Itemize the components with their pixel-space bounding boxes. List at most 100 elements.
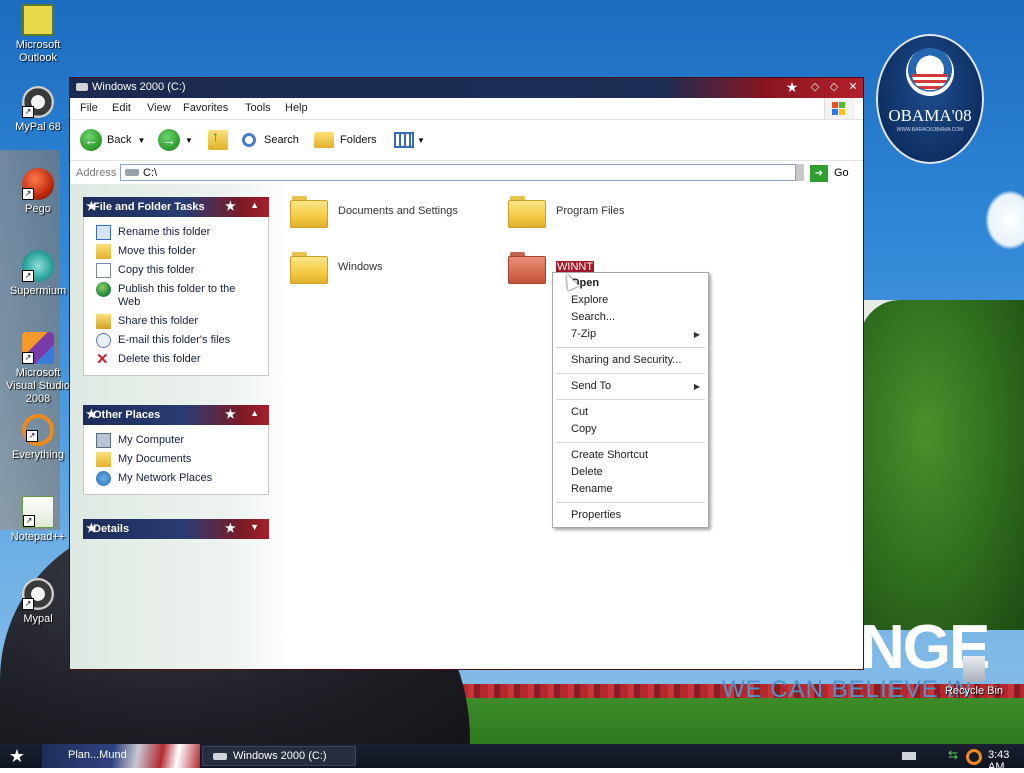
- menu-view[interactable]: View: [147, 102, 171, 114]
- desktop-icon-label: Mypal: [23, 613, 53, 625]
- folder-icon: [508, 250, 546, 284]
- folder-icon: [290, 250, 328, 284]
- folder-label: Documents and Settings: [338, 205, 458, 217]
- go-button[interactable]: ➜ Go: [810, 164, 849, 182]
- place-my-network-places[interactable]: My Network Places: [84, 469, 268, 488]
- desktop-icon-label: Notepad++: [10, 531, 66, 543]
- task-publish-folder[interactable]: Publish this folder to the Web: [84, 280, 268, 312]
- star-icon: ★: [225, 199, 236, 213]
- task-share-folder[interactable]: Share this folder: [84, 312, 268, 331]
- menu-item-7zip[interactable]: 7-Zip: [571, 328, 596, 340]
- menu-bar: File Edit View Favorites Tools Help: [70, 98, 863, 120]
- obama-badge-subtext: WWW.BARACKOBAMA.COM: [896, 127, 964, 133]
- menu-item-explore[interactable]: Explore: [571, 294, 608, 306]
- menu-favorites[interactable]: Favorites: [183, 102, 228, 114]
- place-label: My Documents: [118, 453, 192, 465]
- desktop-icon-supermium[interactable]: ↗ Supermium: [0, 250, 76, 298]
- wallpaper-slogan-small: WE CAN BELIEVE IN: [722, 676, 973, 703]
- move-folder-icon: [96, 244, 111, 259]
- search-label: Search: [264, 134, 299, 146]
- desktop-icon-everything[interactable]: ↗ Everything: [0, 414, 76, 462]
- go-label: Go: [834, 167, 849, 179]
- up-folder-button[interactable]: ↑: [208, 128, 228, 152]
- folder-item[interactable]: Program Files: [508, 194, 624, 228]
- back-button[interactable]: ← Back ▼: [80, 128, 145, 152]
- address-bar: Address C:\ ➜ Go: [70, 161, 863, 186]
- details-panel: ★ Details ★ ▼: [83, 519, 269, 539]
- folder-item[interactable]: Documents and Settings: [290, 194, 458, 228]
- task-email-files[interactable]: E-mail this folder's files: [84, 331, 268, 350]
- taskbar-window-label: Windows 2000 (C:): [233, 750, 327, 762]
- folders-icon: [314, 132, 334, 148]
- maximize-button[interactable]: ◇: [826, 80, 842, 95]
- menu-help[interactable]: Help: [285, 102, 308, 114]
- star-icon: ★: [225, 407, 236, 421]
- desktop-icon-pego[interactable]: ↗ Pego: [0, 168, 76, 216]
- address-dropdown-button[interactable]: [796, 164, 804, 181]
- menu-item-delete[interactable]: Delete: [571, 466, 603, 478]
- wallpaper-cloud: [985, 190, 1024, 250]
- task-copy-folder[interactable]: Copy this folder: [84, 261, 268, 280]
- task-label: Publish this folder to the Web: [118, 283, 236, 308]
- task-delete-folder[interactable]: ✕ Delete this folder: [84, 350, 268, 369]
- other-places-header[interactable]: ★ Other Places ★ ▲: [83, 405, 269, 425]
- desktop-icon-visual-studio[interactable]: ↗ Microsoft Visual Studio 2008: [0, 332, 76, 406]
- taskbar-window-button[interactable]: Windows 2000 (C:): [202, 746, 356, 766]
- address-value: C:\: [143, 167, 158, 179]
- minimize-button[interactable]: ◇: [807, 80, 823, 95]
- desktop-icon-mypal68[interactable]: ↗ MyPal 68: [0, 86, 76, 134]
- taskbar-flag-label: Plan...Mund: [68, 749, 127, 761]
- my-documents-icon: [96, 452, 111, 467]
- title-bar[interactable]: Windows 2000 (C:) ★ ◇ ◇ ✕: [70, 78, 863, 98]
- taskbar-flag-item[interactable]: Plan...Mund: [42, 744, 200, 768]
- search-button[interactable]: Search: [242, 128, 299, 152]
- address-input[interactable]: C:\: [120, 164, 796, 181]
- menu-item-properties[interactable]: Properties: [571, 509, 621, 521]
- forward-button[interactable]: → ▼: [158, 128, 193, 152]
- network-tray-icon[interactable]: ⇆: [948, 748, 958, 762]
- desktop-icon-notepadpp[interactable]: ↗ Notepad++: [0, 496, 76, 544]
- menu-item-create-shortcut[interactable]: Create Shortcut: [571, 449, 648, 461]
- close-button[interactable]: ✕: [845, 80, 861, 95]
- network-places-icon: [96, 471, 111, 486]
- clock[interactable]: 3:43 AM: [988, 749, 1024, 773]
- views-button[interactable]: ▼: [394, 128, 425, 152]
- outlook-icon: [22, 4, 54, 36]
- task-rename-folder[interactable]: Rename this folder: [84, 223, 268, 242]
- mypal-raccoon-icon: ↗: [22, 86, 54, 118]
- folders-label: Folders: [340, 134, 377, 146]
- menu-item-rename[interactable]: Rename: [571, 483, 613, 495]
- copy-icon: [96, 263, 111, 278]
- start-button[interactable]: ★: [4, 746, 30, 766]
- desktop-icon-mypal[interactable]: ↗ Mypal: [0, 578, 76, 626]
- task-move-folder[interactable]: Move this folder: [84, 242, 268, 261]
- everything-tray-icon[interactable]: [966, 749, 982, 765]
- panel-title: Details: [93, 523, 130, 535]
- obama-badge-text: OBAMA'08: [888, 106, 972, 125]
- file-folder-tasks-header[interactable]: ★ File and Folder Tasks ★ ▲: [83, 197, 269, 217]
- menu-item-search[interactable]: Search...: [571, 311, 615, 323]
- menu-file[interactable]: File: [80, 102, 98, 114]
- other-places-panel: ★ Other Places ★ ▲ My Computer My Docume…: [83, 405, 269, 495]
- taskbar: ★ Plan...Mund Windows 2000 (C:) ⇆ 3:43 A…: [0, 744, 1024, 773]
- search-icon: [242, 133, 256, 147]
- folders-button[interactable]: Folders: [314, 128, 377, 152]
- folder-label: Windows: [338, 261, 383, 273]
- delete-x-icon: ✕: [96, 351, 109, 368]
- panel-title: File and Folder Tasks: [93, 201, 205, 213]
- menu-item-copy[interactable]: Copy: [571, 423, 597, 435]
- menu-item-cut[interactable]: Cut: [571, 406, 588, 418]
- menu-edit[interactable]: Edit: [112, 102, 131, 114]
- place-my-documents[interactable]: My Documents: [84, 450, 268, 469]
- desktop-icon-outlook[interactable]: Microsoft Outlook: [0, 4, 76, 65]
- drive-icon: [76, 83, 88, 91]
- details-header[interactable]: ★ Details ★ ▼: [83, 519, 269, 539]
- address-label: Address: [76, 167, 117, 179]
- folder-item[interactable]: Windows: [290, 250, 383, 284]
- keyboard-icon[interactable]: [902, 752, 916, 760]
- menu-tools[interactable]: Tools: [245, 102, 271, 114]
- menu-item-send-to[interactable]: Send To: [571, 380, 611, 392]
- place-my-computer[interactable]: My Computer: [84, 431, 268, 450]
- menu-item-sharing-security[interactable]: Sharing and Security...: [571, 354, 681, 366]
- desktop-icon-recycle-bin[interactable]: Recycle Bin: [936, 656, 1012, 698]
